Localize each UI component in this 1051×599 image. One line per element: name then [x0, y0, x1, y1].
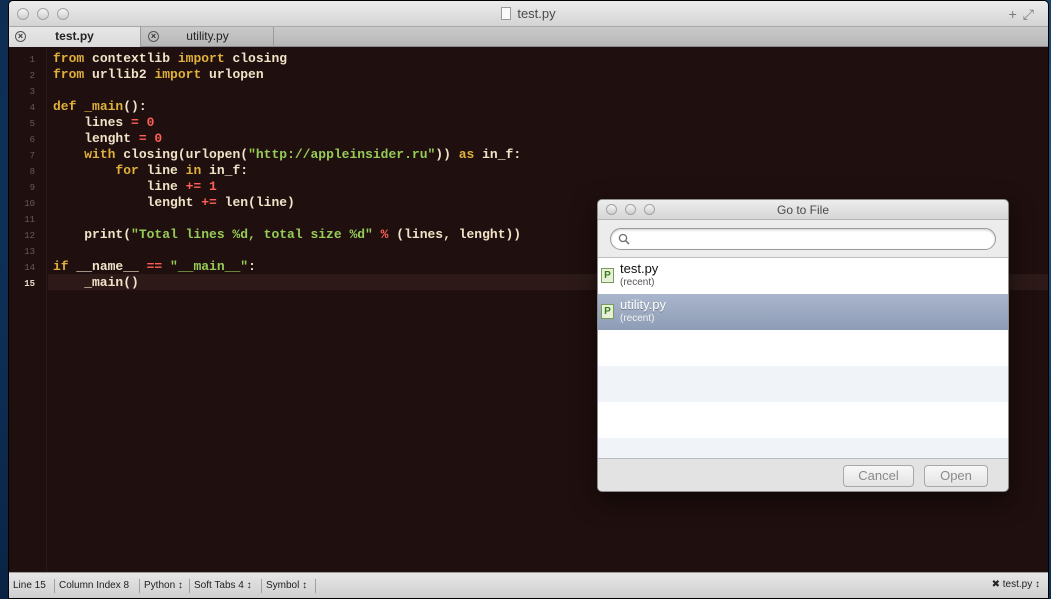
empty-row	[598, 330, 1008, 366]
file-sub: (recent)	[620, 277, 655, 288]
cancel-button[interactable]: Cancel	[843, 465, 914, 487]
symbol-selector[interactable]: Symbol ↕	[262, 579, 316, 593]
code-line[interactable]: line += 1	[53, 179, 217, 195]
close-file-icon[interactable]: ✖	[992, 579, 1000, 590]
line-number: 6	[29, 135, 35, 145]
dialog-title: Go to File	[776, 203, 830, 217]
line-number: 15	[24, 279, 35, 289]
file-row-utility-py[interactable]: P utility.py (recent)	[598, 294, 1008, 330]
document-icon	[501, 7, 512, 20]
file-name: test.py	[620, 261, 659, 276]
file-name: utility.py	[620, 297, 666, 312]
toolbar-right: +⤢	[1009, 6, 1040, 23]
file-row-test-py[interactable]: P test.py (recent)	[598, 258, 1008, 294]
tab-label: utility.py	[186, 29, 229, 43]
tab-test-py[interactable]: × test.py	[9, 27, 141, 47]
dialog-footer: Cancel Open	[598, 458, 1008, 491]
code-line[interactable]: lenght = 0	[53, 131, 162, 147]
status-column: Column Index 8	[55, 579, 140, 593]
line-number: 14	[24, 263, 35, 273]
line-number: 8	[29, 167, 35, 177]
code-line[interactable]: with closing(urlopen("http://appleinside…	[53, 147, 521, 163]
code-line[interactable]: def _main():	[53, 99, 147, 115]
status-bar: Line 15 Column Index 8 Python ↕ Soft Tab…	[9, 572, 1048, 598]
go-to-file-dialog: Go to File P test.py (recent) P utility.…	[597, 199, 1009, 492]
file-selector-label: test.py ↕	[1002, 579, 1040, 590]
close-tab-icon[interactable]: ×	[148, 31, 159, 42]
line-number: 4	[29, 103, 35, 113]
code-line[interactable]: if __name__ == "__main__":	[53, 259, 256, 275]
code-line[interactable]: from contextlib import closing	[53, 51, 287, 67]
file-list: P test.py (recent) P utility.py (recent)	[598, 257, 1008, 461]
line-number: 5	[29, 119, 35, 129]
window-title-text: test.py	[517, 6, 556, 21]
tab-label: test.py	[55, 29, 94, 43]
code-line[interactable]: from urllib2 import urlopen	[53, 67, 264, 83]
line-number: 12	[24, 231, 35, 241]
code-line[interactable]: print("Total lines %d, total size %d" % …	[53, 227, 521, 243]
status-line: Line 15	[9, 579, 55, 593]
python-file-icon: P	[601, 304, 614, 319]
line-number: 9	[29, 183, 35, 193]
code-line[interactable]: lenght += len(line)	[53, 195, 295, 211]
tab-utility-py[interactable]: × utility.py	[142, 27, 274, 47]
python-file-icon: P	[601, 268, 614, 283]
syntax-selector[interactable]: Python ↕	[140, 579, 190, 593]
empty-row	[598, 366, 1008, 402]
dialog-title-bar: Go to File	[598, 200, 1008, 220]
code-line[interactable]: for line in in_f:	[53, 163, 248, 179]
empty-row	[598, 402, 1008, 438]
line-number: 2	[29, 71, 35, 81]
line-number: 13	[24, 247, 35, 257]
code-line[interactable]: lines = 0	[53, 115, 154, 131]
line-number: 3	[29, 87, 35, 97]
code-line[interactable]: _main()	[53, 275, 139, 291]
line-number: 10	[24, 199, 35, 209]
line-number: 1	[29, 55, 35, 65]
tab-size-selector[interactable]: Soft Tabs 4 ↕	[190, 579, 262, 593]
window-title: test.py	[9, 6, 1048, 21]
line-number: 11	[24, 215, 35, 225]
file-sub: (recent)	[620, 313, 655, 324]
open-button[interactable]: Open	[924, 465, 988, 487]
new-tab-icon[interactable]: +	[1009, 6, 1023, 22]
title-bar: test.py +⤢	[9, 1, 1048, 27]
close-tab-icon[interactable]: ×	[15, 31, 26, 42]
line-number: 7	[29, 151, 35, 161]
fullscreen-icon[interactable]: ⤢	[1023, 6, 1040, 22]
file-selector[interactable]: ✖ test.py ↕	[992, 579, 1040, 590]
tab-bar: × test.py × utility.py	[9, 27, 1048, 47]
search-input[interactable]	[610, 228, 996, 250]
search-icon	[618, 233, 630, 245]
search-area	[598, 221, 1008, 257]
